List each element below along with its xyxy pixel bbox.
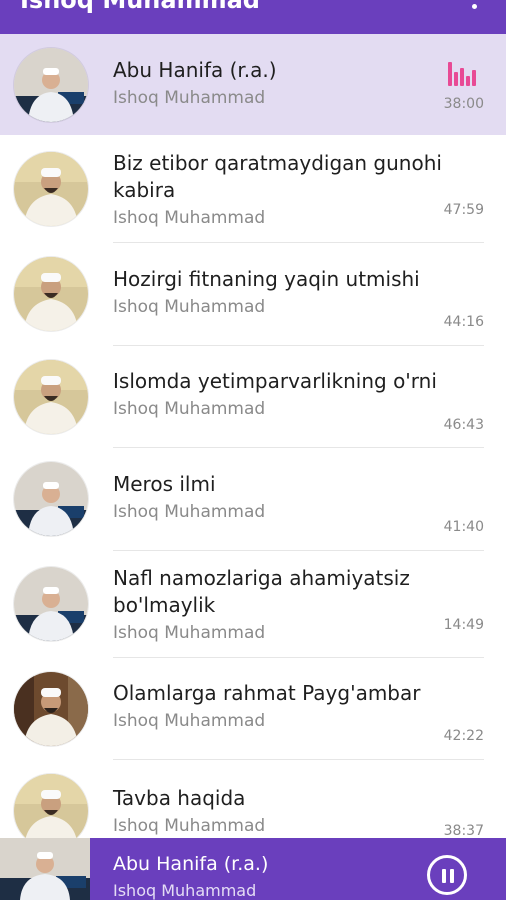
track-item[interactable]: Biz etibor qaratmaydigan gunohi kabira I…: [0, 135, 506, 243]
track-item[interactable]: Olamlarga rahmat Payg'ambar Ishoq Muhamm…: [0, 658, 506, 760]
track-artist: Ishoq Muhammad: [113, 623, 266, 643]
app-bar: Ishoq Muhammad: [0, 0, 506, 34]
more-vert-icon[interactable]: [464, 0, 484, 20]
app-bar-title: Ishoq Muhammad: [20, 0, 260, 14]
track-thumbnail: [14, 48, 88, 122]
track-thumbnail: [14, 567, 88, 641]
track-artist: Ishoq Muhammad: [113, 399, 266, 419]
track-duration: 42:22: [443, 728, 484, 744]
track-title: Abu Hanifa (r.a.): [113, 58, 277, 82]
track-duration: 41:40: [443, 519, 484, 535]
track-duration: 47:59: [443, 202, 484, 218]
track-item[interactable]: Hozirgi fitnaning yaqin utmishi Ishoq Mu…: [0, 243, 506, 346]
track-duration: 38:00: [443, 96, 484, 112]
track-title: Olamlarga rahmat Payg'ambar: [113, 681, 421, 705]
track-thumbnail: [14, 152, 88, 226]
track-duration: 44:16: [443, 314, 484, 330]
track-thumbnail: [14, 462, 88, 536]
track-thumbnail: [14, 774, 88, 848]
track-title: Meros ilmi: [113, 472, 216, 496]
track-duration: 14:49: [443, 617, 484, 633]
track-item[interactable]: Meros ilmi Ishoq Muhammad 41:40: [0, 448, 506, 551]
track-artist: Ishoq Muhammad: [113, 297, 266, 317]
track-title: Nafl namozlariga ahamiyatsiz bo'lmaylik: [113, 566, 410, 617]
track-title: Tavba haqida: [113, 786, 246, 810]
equalizer-icon: [448, 62, 476, 86]
track-title: Islomda yetimparvarlikning o'rni: [113, 369, 437, 393]
track-thumbnail: [14, 257, 88, 331]
pause-icon[interactable]: [427, 855, 467, 895]
now-playing-thumbnail: [0, 838, 90, 900]
track-title: Biz etibor qaratmaydigan gunohi kabira: [113, 151, 442, 202]
track-item[interactable]: Abu Hanifa (r.a.) Ishoq Muhammad 38:00: [0, 34, 506, 135]
now-playing-artist: Ishoq Muhammad: [113, 881, 257, 900]
track-item[interactable]: Islomda yetimparvarlikning o'rni Ishoq M…: [0, 346, 506, 448]
track-duration: 46:43: [443, 417, 484, 433]
track-artist: Ishoq Muhammad: [113, 711, 266, 731]
now-playing-title: Abu Hanifa (r.a.): [113, 853, 269, 875]
now-playing-bar[interactable]: Abu Hanifa (r.a.) Ishoq Muhammad: [0, 838, 506, 900]
track-thumbnail: [14, 672, 88, 746]
track-artist: Ishoq Muhammad: [113, 88, 266, 108]
track-item[interactable]: Nafl namozlariga ahamiyatsiz bo'lmaylik …: [0, 551, 506, 658]
track-thumbnail: [14, 360, 88, 434]
track-artist: Ishoq Muhammad: [113, 816, 266, 836]
track-title: Hozirgi fitnaning yaqin utmishi: [113, 267, 420, 291]
track-artist: Ishoq Muhammad: [113, 208, 266, 228]
track-artist: Ishoq Muhammad: [113, 502, 266, 522]
track-duration: 38:37: [443, 823, 484, 839]
